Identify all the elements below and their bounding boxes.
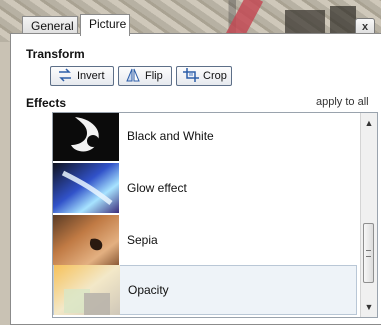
invert-icon: [57, 67, 73, 85]
flip-button[interactable]: Flip: [118, 66, 172, 86]
opacity-thumbnail: [54, 265, 120, 315]
crop-button[interactable]: Crop: [176, 66, 232, 86]
effects-scrollbar[interactable]: ▲ ▼: [360, 113, 377, 317]
black-and-white-thumbnail: [53, 113, 119, 161]
effect-opacity[interactable]: Opacity: [53, 265, 357, 315]
crop-icon: [183, 67, 199, 85]
scroll-up-arrow-icon[interactable]: ▲: [361, 115, 377, 131]
flip-icon: [125, 68, 141, 85]
crop-label: Crop: [203, 70, 227, 82]
effect-label: Sepia: [127, 233, 158, 247]
apply-to-all-link[interactable]: apply to all: [316, 96, 369, 108]
effect-black-and-white[interactable]: Black and White: [53, 113, 357, 161]
transform-title: Transform: [26, 47, 85, 61]
tab-picture[interactable]: Picture: [80, 14, 130, 36]
scroll-down-arrow-icon[interactable]: ▼: [361, 299, 377, 315]
effects-title: Effects: [26, 96, 67, 110]
effect-sepia[interactable]: Sepia: [53, 215, 357, 265]
effect-glow[interactable]: Glow effect: [53, 163, 357, 213]
effect-label: Opacity: [128, 283, 169, 297]
invert-button[interactable]: Invert: [50, 66, 114, 86]
grip-icon: [366, 250, 371, 257]
effects-list[interactable]: Black and White Glow effect Sepia Opacit…: [52, 112, 378, 318]
flip-label: Flip: [145, 70, 163, 82]
effect-label: Glow effect: [127, 181, 187, 195]
glow-thumbnail: [53, 163, 119, 213]
sepia-thumbnail: [53, 215, 119, 265]
scrollbar-thumb[interactable]: [363, 223, 374, 283]
effect-label: Black and White: [127, 129, 214, 143]
invert-label: Invert: [77, 70, 105, 82]
